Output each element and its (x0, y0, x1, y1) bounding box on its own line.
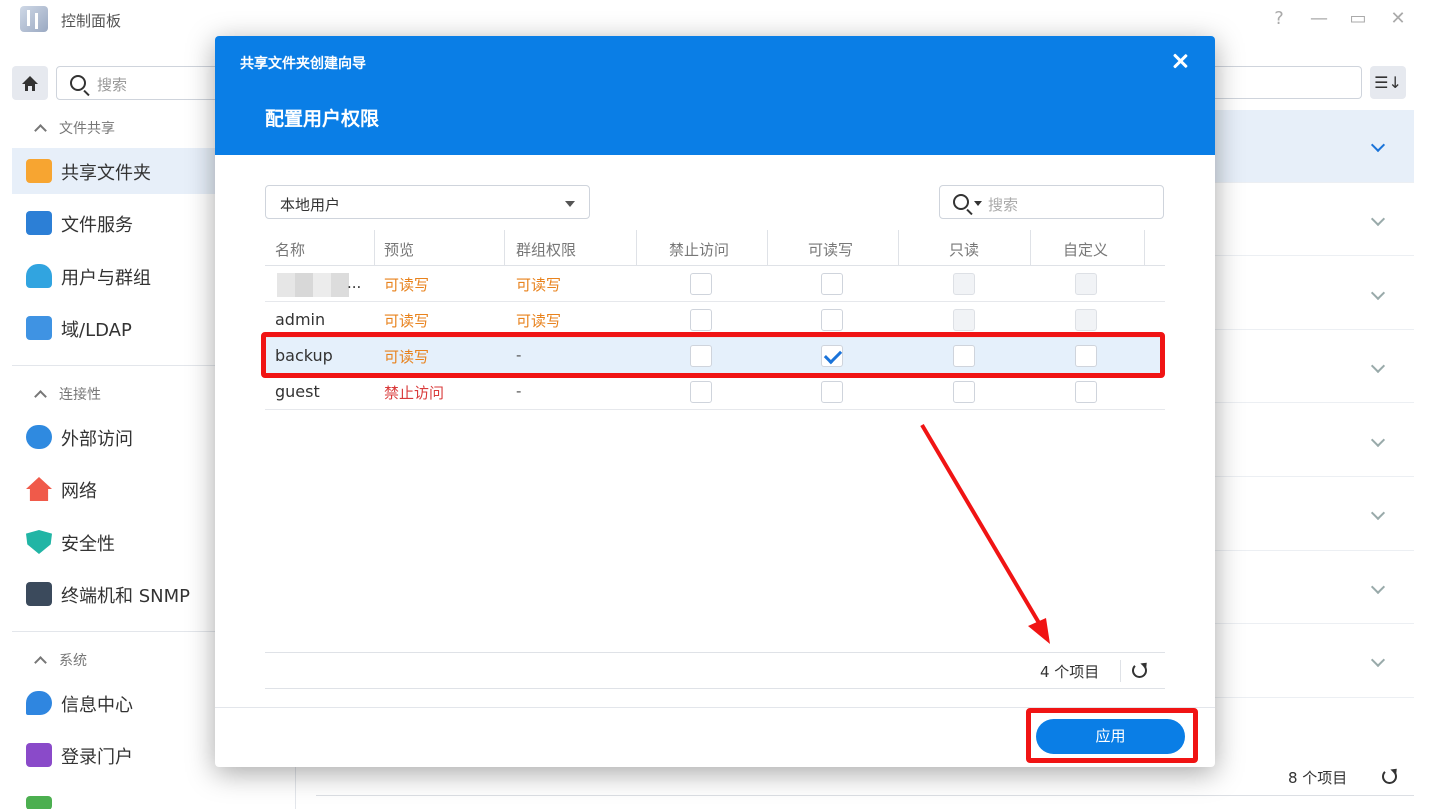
annotation-arrow (920, 423, 1050, 644)
